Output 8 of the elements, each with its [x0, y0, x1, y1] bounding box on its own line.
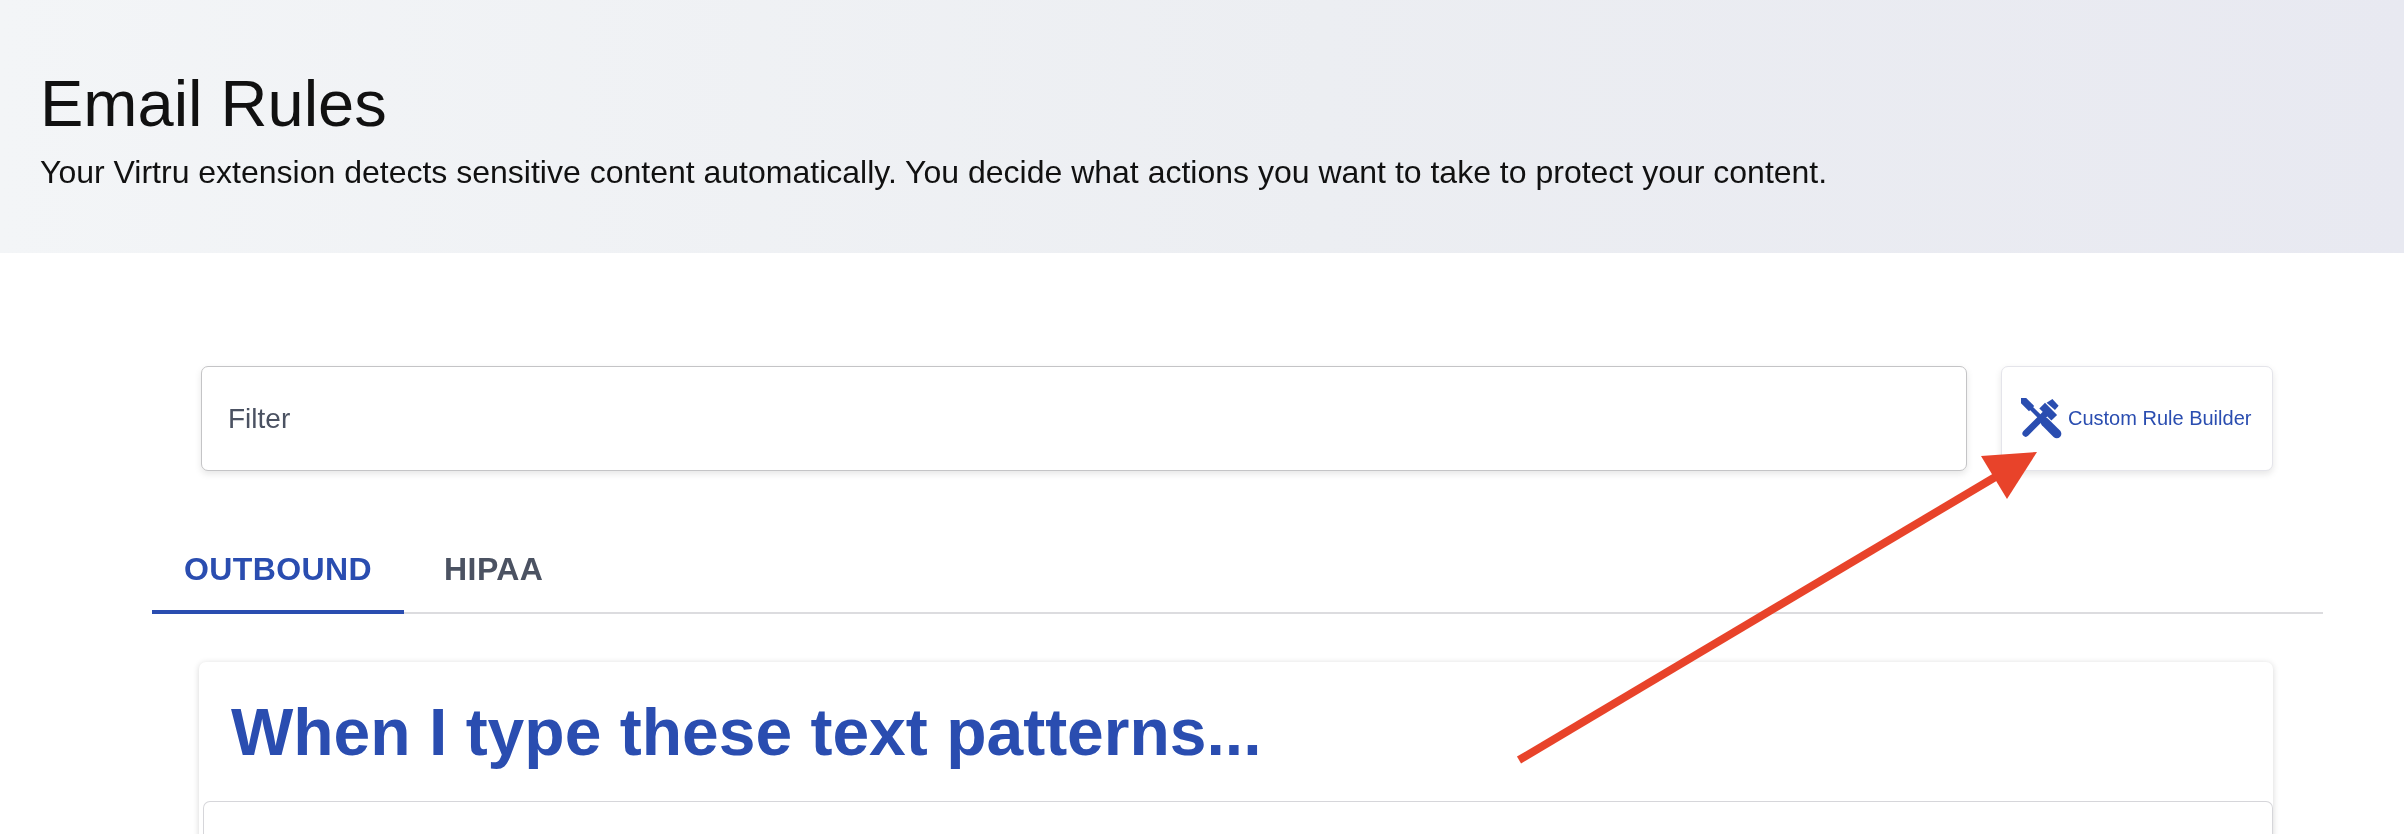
custom-rule-builder-button[interactable]: Custom Rule Builder	[2001, 366, 2273, 471]
tools-icon	[2021, 397, 2063, 440]
card-title: When I type these text patterns...	[230, 694, 1263, 771]
tab[interactable]: HIPAA	[412, 525, 576, 614]
filter-field[interactable]: Filter	[201, 366, 1967, 471]
page-title: Email Rules	[40, 66, 387, 142]
page-subtitle: Your Virtru extension detects sensitive content automatically. You decide what actions you want to take to protect your content.	[40, 153, 1828, 192]
tab[interactable]: OUTBOUND	[152, 525, 405, 614]
